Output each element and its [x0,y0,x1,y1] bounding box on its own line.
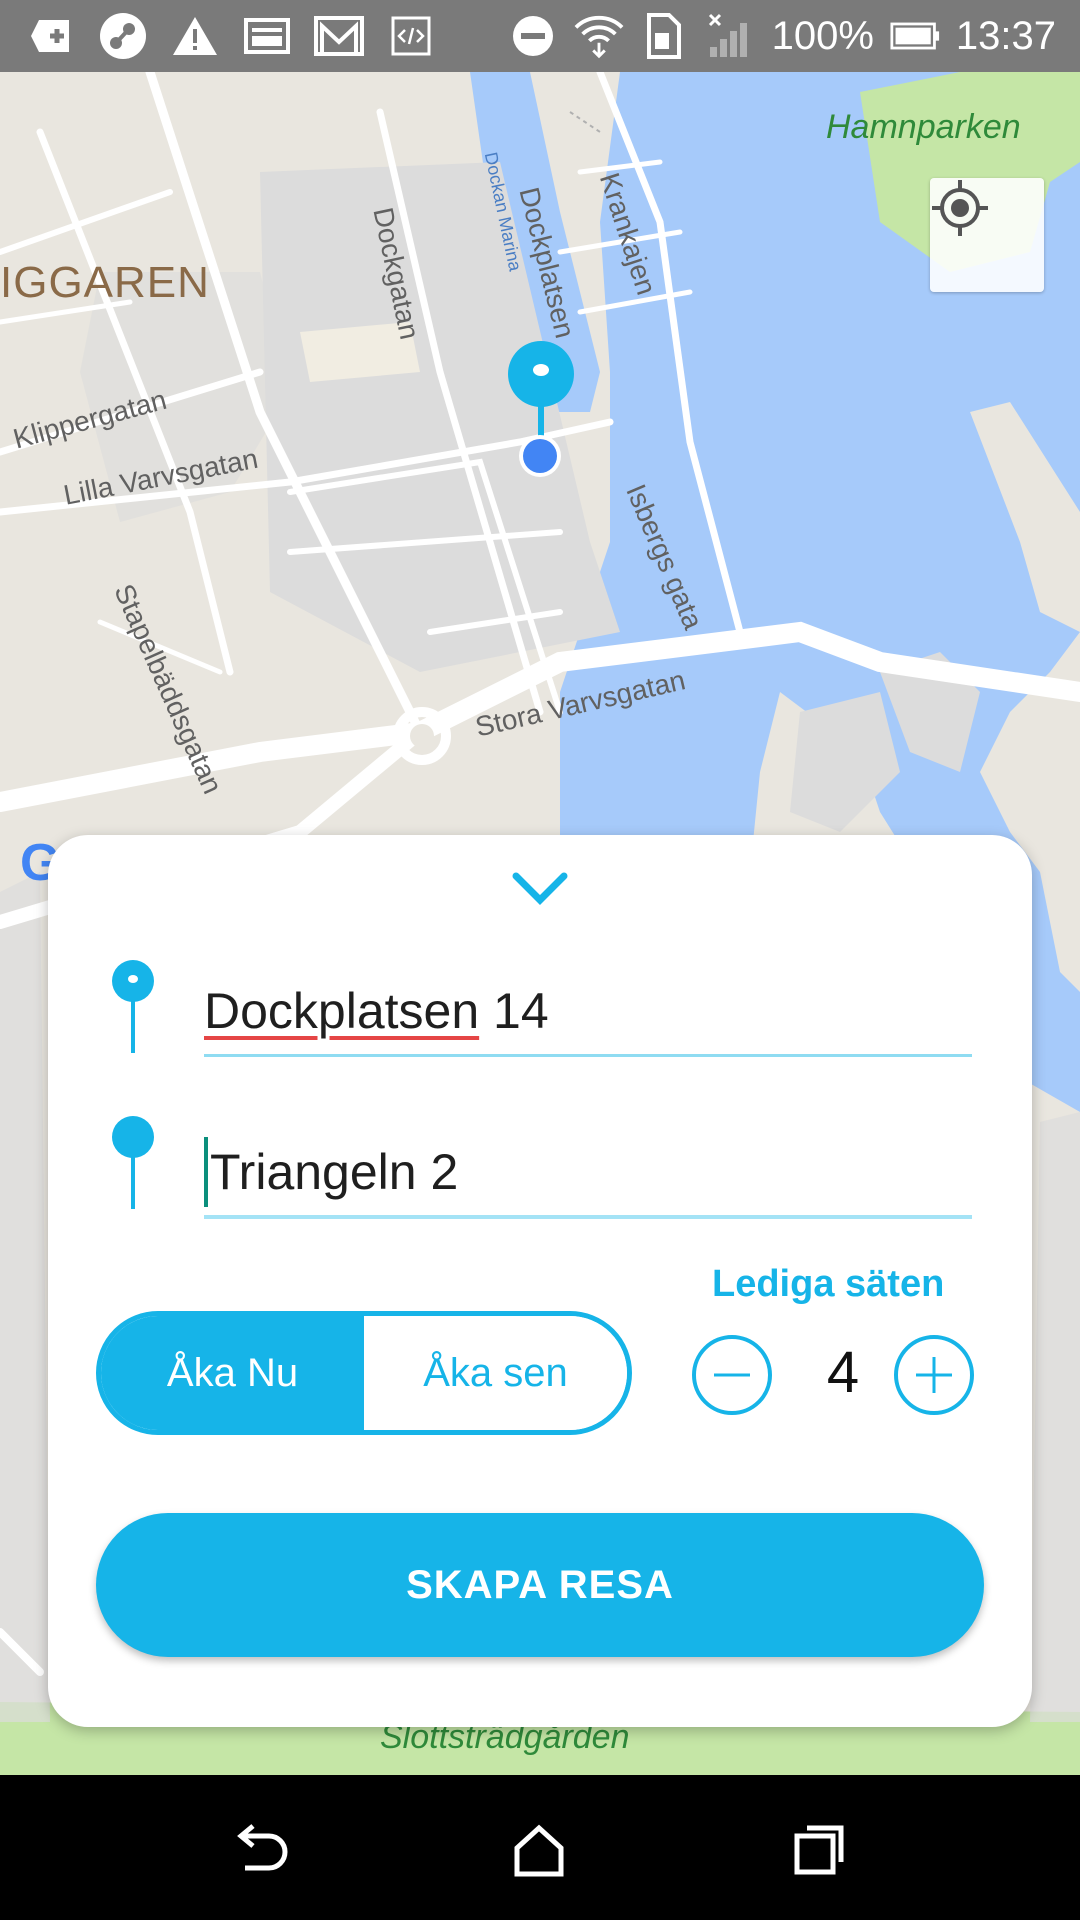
back-button[interactable] [216,1805,306,1895]
gmail-icon [314,13,364,59]
warning-icon [170,13,220,59]
notification-icons [0,13,436,59]
decrease-seats-button[interactable] [692,1335,772,1415]
to-address-input[interactable]: Triangeln 2 [204,1119,972,1219]
minus-icon [714,1373,750,1377]
image-icon [242,13,292,59]
battery-percent: 100% [771,13,874,58]
text-cursor [204,1137,208,1207]
district-label: IGGAREN [0,258,210,307]
departure-toggle: Åka Nu Åka sen [96,1311,632,1435]
misspelled-word: Dockplatsen [204,982,480,1039]
create-trip-button[interactable]: SKAPA RESA [96,1513,984,1657]
sim-icon [640,13,690,59]
plus-box-icon [26,13,76,59]
signal-off-icon [706,13,756,59]
app-bubble-icon [98,13,148,59]
plus-icon [916,1357,952,1393]
current-location-dot [518,434,562,478]
increase-seats-button[interactable] [894,1335,974,1415]
battery-icon [890,13,940,59]
origin-pin-icon [110,957,156,1067]
from-row: Dockplatsen 14 [48,957,1032,1067]
do-not-disturb-icon [508,13,558,59]
park-label: Hamnparken [826,108,1021,146]
ride-now-option[interactable]: Åka Nu [101,1316,364,1430]
ride-later-option[interactable]: Åka sen [364,1316,627,1430]
destination-pin-icon [110,1113,156,1223]
to-address-value: Triangeln 2 [210,1144,459,1200]
clock: 13:37 [955,13,1056,58]
back-icon [237,1824,288,1871]
navigation-bar [0,1775,1080,1920]
wifi-icon [574,13,624,59]
home-button[interactable] [494,1805,584,1895]
seats-label: Lediga säten [712,1263,945,1305]
code-icon [386,13,436,59]
to-row: Triangeln 2 [48,1116,1032,1229]
chevron-down-icon [512,872,568,905]
collapse-button[interactable] [510,869,570,909]
trip-form-card: Dockplatsen 14 Triangeln 2 Lediga säten … [48,835,1032,1727]
home-icon [514,1824,564,1877]
status-bar: 100% 13:37 [0,0,1080,72]
system-icons: 100% 13:37 [508,13,1080,59]
from-address-input[interactable]: Dockplatsen 14 [204,957,972,1057]
from-address-rest: 14 [479,982,549,1039]
recents-icon [794,1825,844,1875]
my-location-button[interactable] [930,178,1044,292]
seat-count: 4 [826,1340,860,1405]
crosshair-icon [932,180,988,236]
recents-button[interactable] [774,1805,864,1895]
